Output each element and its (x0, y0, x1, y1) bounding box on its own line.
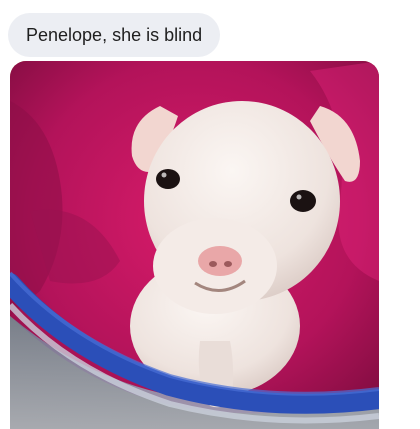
message-bubble[interactable]: Penelope, she is blind (8, 13, 221, 57)
puppy-left-eye (156, 169, 180, 189)
puppy-right-eye (290, 190, 316, 212)
message-text: Penelope, she is blind (26, 24, 203, 45)
puppy-in-bucket-image (10, 61, 379, 429)
puppy-nose (198, 246, 242, 276)
chat-thread: Penelope, she is blind (0, 0, 420, 429)
message-photo[interactable] (10, 61, 379, 429)
